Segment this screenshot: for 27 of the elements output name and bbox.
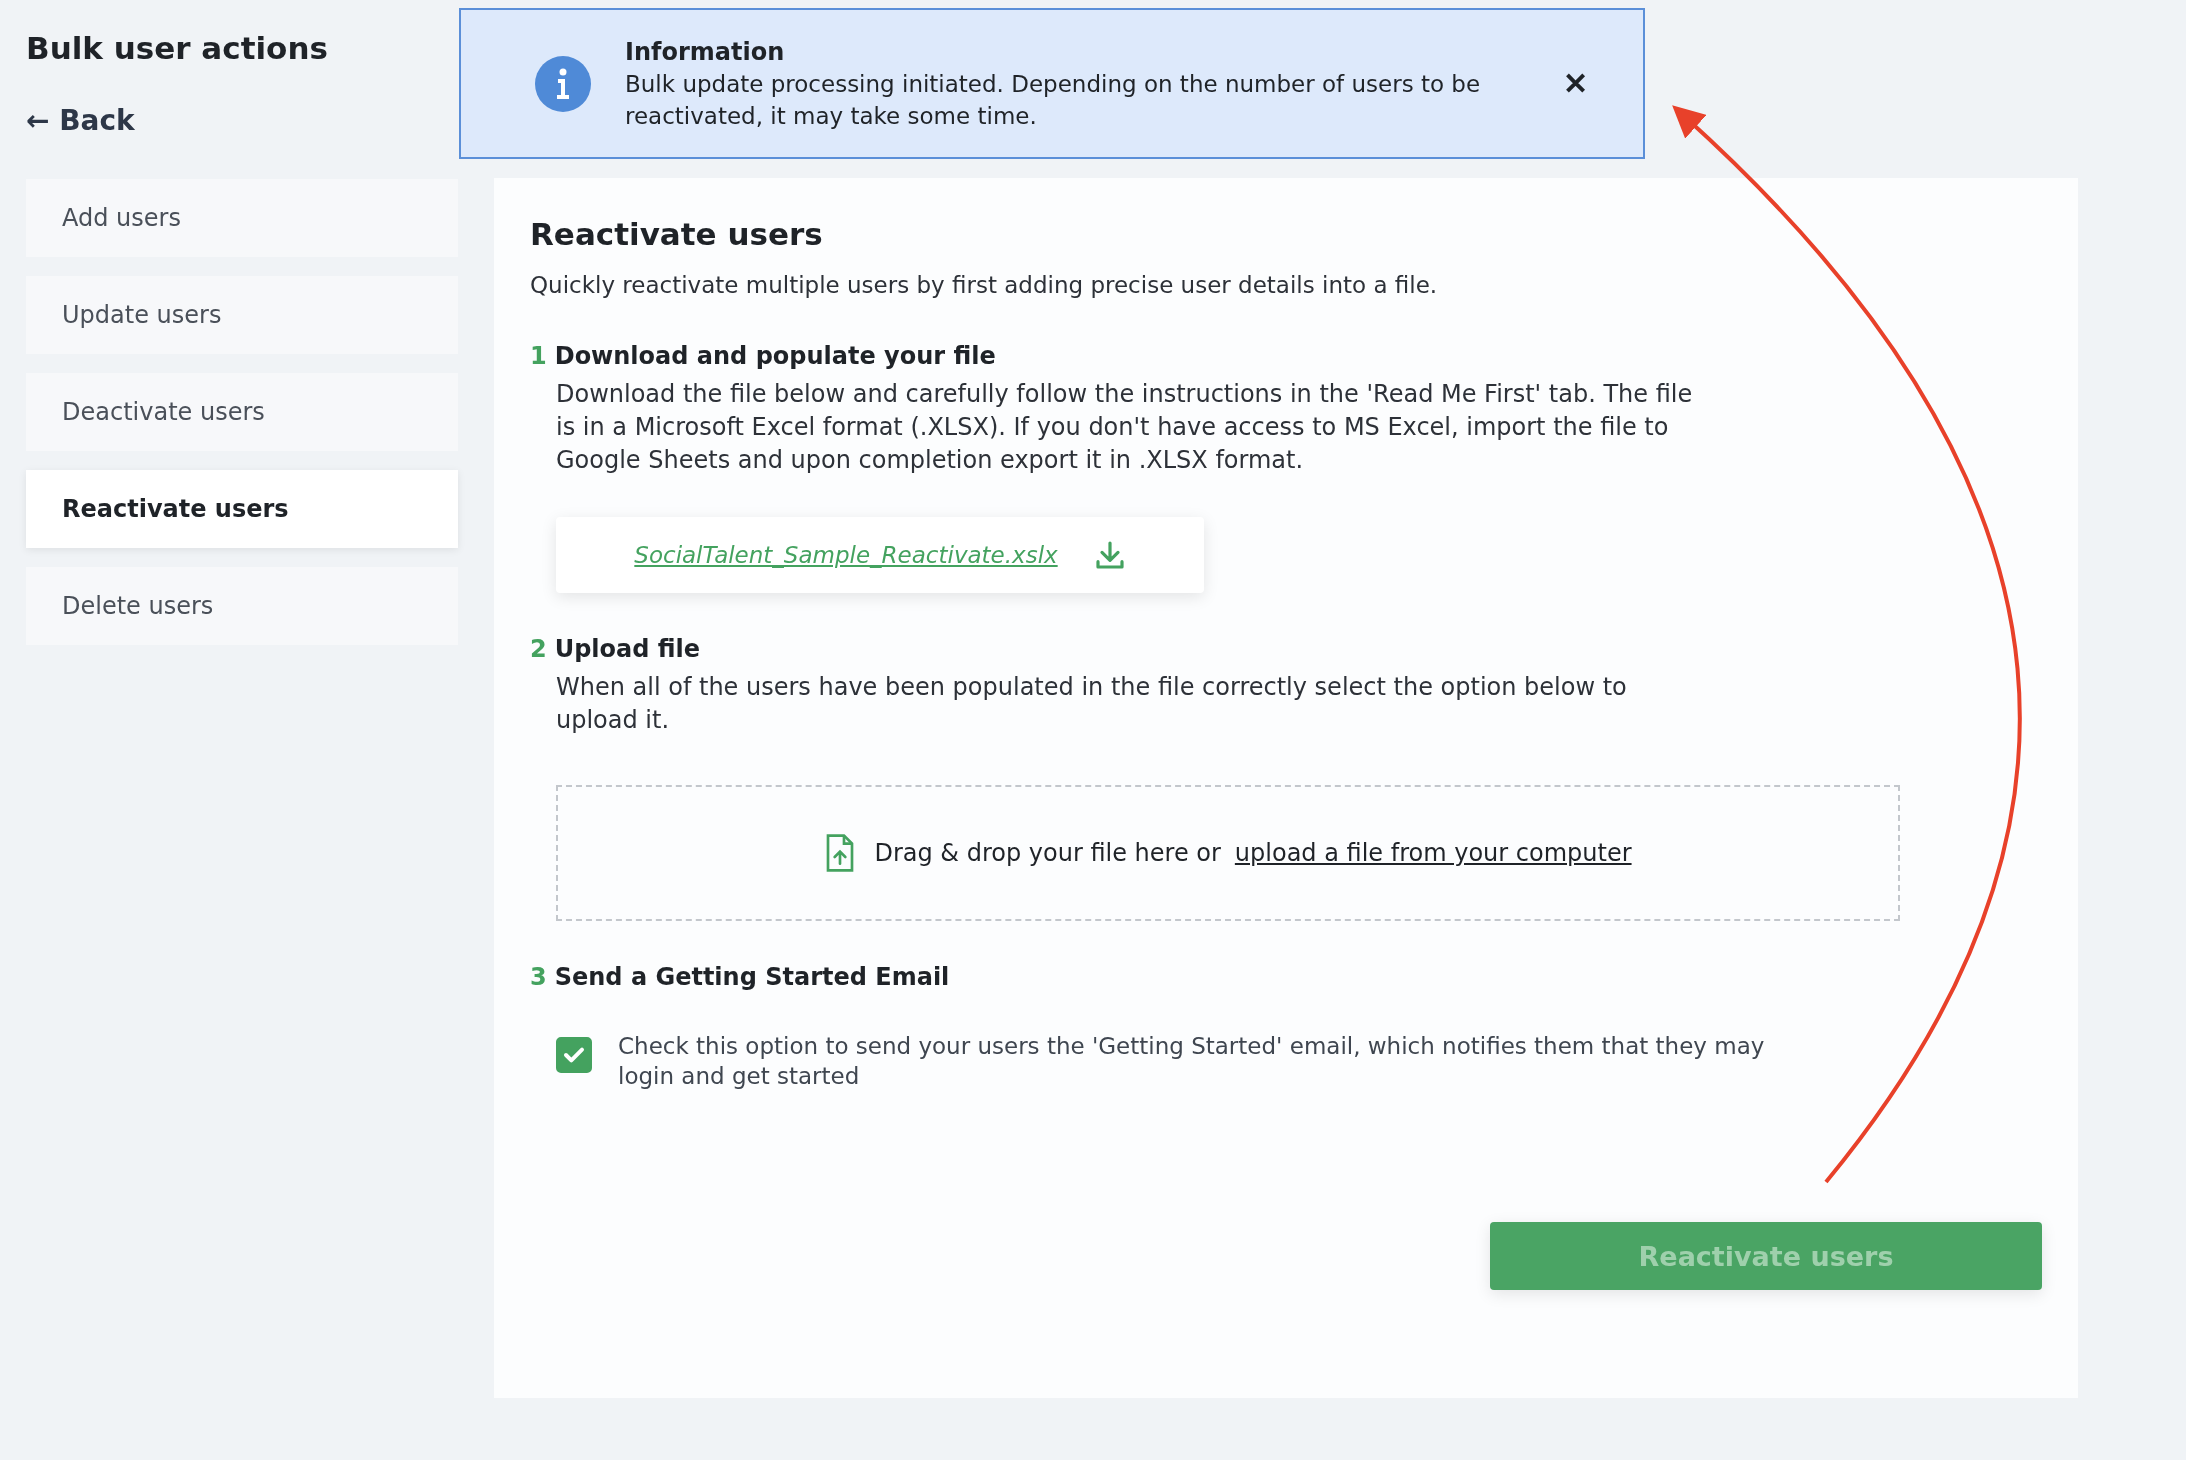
checkbox-label: Check this option to send your users the 'Getting Started' email, which notifies them that they may login and get started [618,1032,1766,1091]
back-link[interactable]: ← Back [26,104,135,137]
download-icon [1093,539,1126,571]
info-icon [535,55,591,112]
sidebar-item[interactable]: Deactivate users [26,373,458,451]
drop-zone[interactable]: Drag & drop your file here or upload a file from your computer [556,785,1900,921]
step-description: Download the file below and carefully follow the instructions in the 'Read Me First' tab. The file is in a Microsoft Excel format (.XLSX). If you don't have access to MS Excel, import the file to Google Sheets and upon completion export it in .XLSX format. [556,379,1694,476]
step-number: 2 [530,634,547,665]
step-description: When all of the users have been populated in the file correctly select the option below to upload it. [556,672,1628,736]
notification-message: Bulk update processing initiated. Depending on the number of users to be reactivated, it may take some time. [625,69,1482,131]
checkbox[interactable] [556,1037,592,1073]
step-title: Download and populate your file [554,341,996,372]
drop-instruction: Drag & drop your file here or [874,839,1221,867]
upload-link[interactable]: upload a file from your computer [1234,839,1632,867]
close-button[interactable]: ✕ [1559,62,1592,105]
step-title: Send a Getting Started Email [554,962,950,993]
sidebar-item[interactable]: Reactivate users [26,470,458,548]
sidebar-item[interactable]: Update users [26,276,458,354]
step-number: 3 [530,962,547,993]
section-description: Quickly reactivate multiple users by first adding precise user details into a file. [530,271,1439,300]
sidebar-item[interactable]: Add users [26,179,458,257]
notification-title: Information [625,36,786,68]
sidebar-item[interactable]: Delete users [26,567,458,645]
section-title: Reactivate users [530,215,824,254]
step-number: 1 [530,341,547,372]
page-title: Bulk user actions [26,29,329,68]
step-title: Upload file [554,634,701,665]
